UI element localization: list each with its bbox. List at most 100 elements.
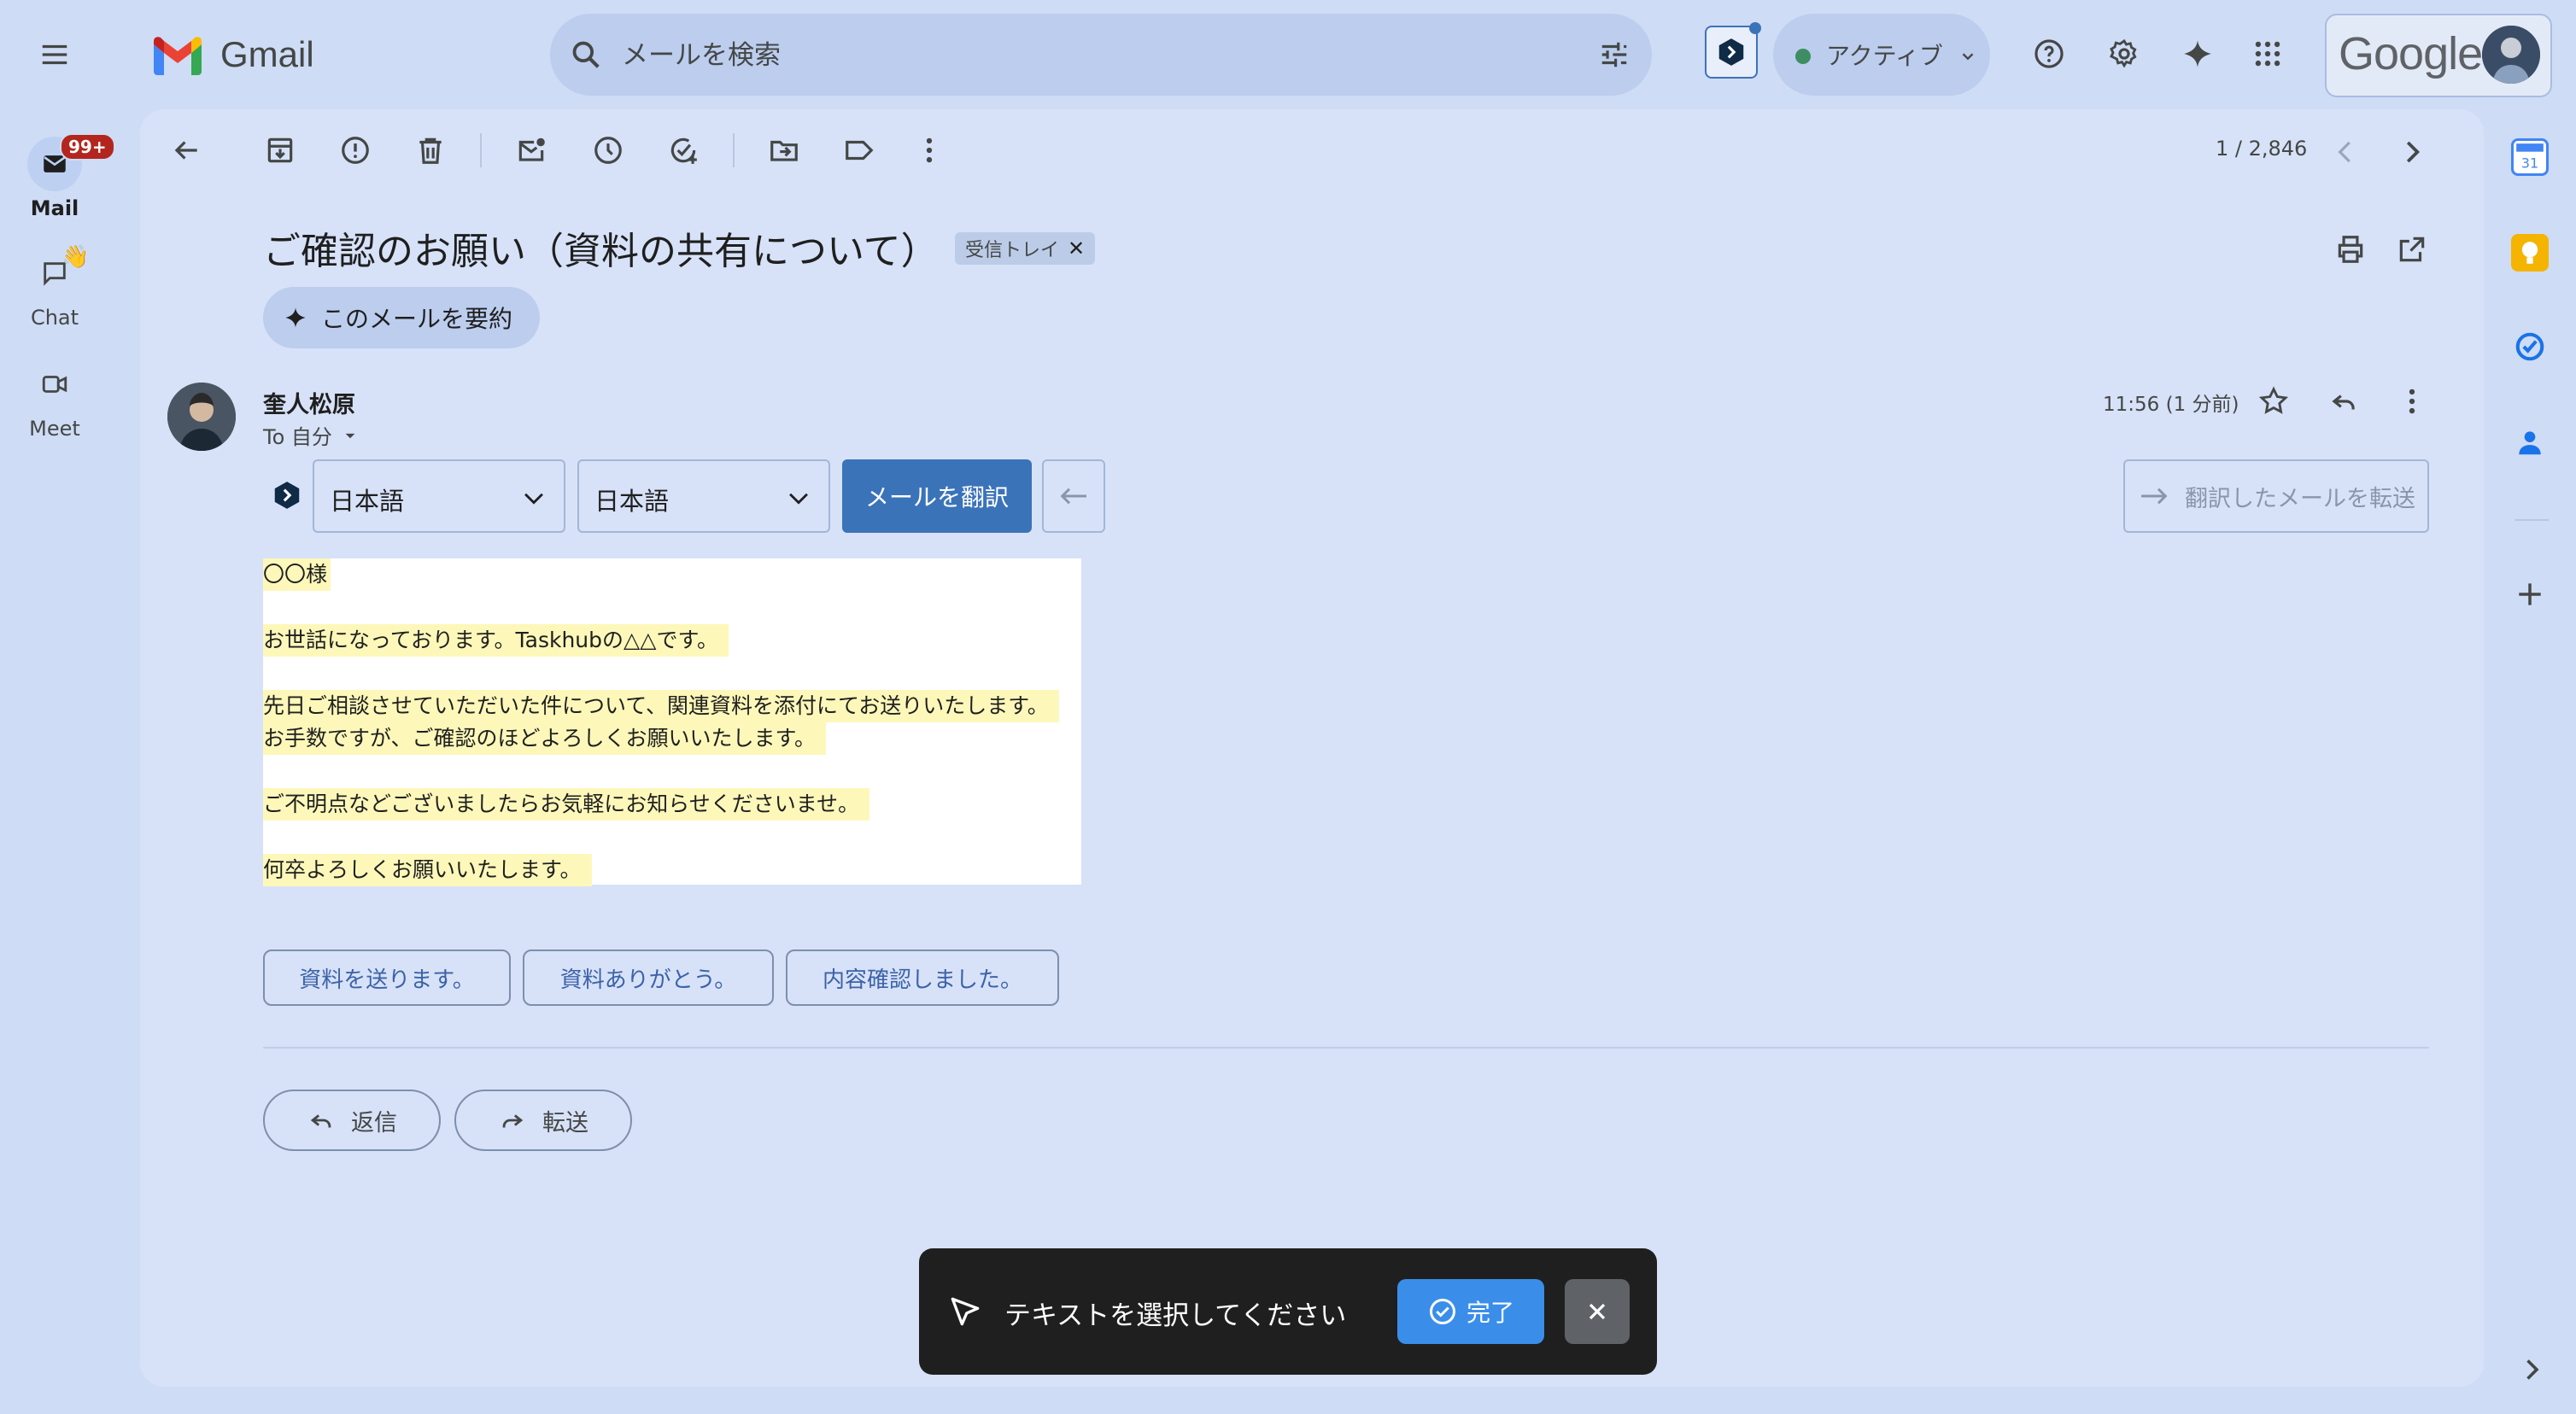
smart-reply-button[interactable]: 内容確認しました。 (786, 949, 1059, 1006)
open-in-new-window-icon[interactable] (2393, 231, 2431, 268)
archive-icon[interactable] (261, 131, 299, 169)
body-line: お手数ですが、ご確認のほどよろしくお願いいたします。 (263, 722, 827, 755)
reply-icon[interactable] (2325, 383, 2362, 420)
gmail-wordmark: Gmail (220, 34, 314, 74)
calendar-app-icon[interactable]: 31 (2511, 138, 2549, 176)
remove-label-icon[interactable]: ✕ (1068, 237, 1085, 260)
nav-mail-label: Mail (30, 196, 79, 220)
gemini-sparkle-icon[interactable] (2176, 32, 2219, 75)
mark-unread-icon[interactable] (512, 131, 550, 169)
older-chevron-right-icon[interactable] (2395, 135, 2429, 169)
label-tag-icon[interactable] (840, 131, 878, 169)
target-language-select[interactable]: 日本語 (577, 459, 830, 533)
sender-name[interactable]: 奎人松原 (263, 386, 355, 419)
done-label: 完了 (1466, 1299, 1514, 1327)
extension-notification-dot (1749, 22, 1761, 34)
smart-reply-button[interactable]: 資料ありがとう。 (523, 949, 774, 1006)
chevron-down-icon (524, 493, 543, 505)
body-line: 何卒よろしくお願いいたします。 (263, 854, 592, 886)
email-body[interactable]: 〇〇様 お世話になっております。Taskhubの△△です。 先日ご相談させていた… (263, 558, 1081, 886)
reply-button[interactable]: 返信 (263, 1090, 441, 1151)
email-subject: ご確認のお願い（資料の共有について） (263, 230, 939, 273)
text-selection-toast: テキストを選択してください 完了 (919, 1248, 1657, 1375)
smart-reply-button[interactable]: 資料を送ります。 (263, 949, 511, 1006)
recipient-details[interactable]: To 自分 (263, 420, 361, 450)
target-language-value: 日本語 (594, 487, 670, 516)
keep-app-icon[interactable] (2511, 234, 2549, 272)
newer-chevron-left-icon[interactable] (2328, 135, 2362, 169)
reply-label: 返信 (351, 1109, 397, 1136)
star-icon[interactable] (2255, 383, 2292, 420)
close-toast-button[interactable] (1565, 1279, 1630, 1344)
search-input[interactable] (620, 14, 1478, 97)
summarize-email-button[interactable]: このメールを要約 (263, 287, 541, 348)
add-task-icon[interactable] (664, 131, 702, 169)
status-label: アクティブ (1826, 42, 1943, 70)
status-dot (1795, 49, 1811, 64)
apps-grid-icon[interactable] (2246, 32, 2289, 75)
sparkle-icon (285, 307, 306, 328)
nav-chat[interactable]: 👋 Chat (0, 244, 109, 330)
chevron-down-icon (1958, 46, 1978, 67)
body-line: 先日ご相談させていただいた件について、関連資料を添付にてお送りいたします。 (263, 690, 1059, 722)
more-vert-icon[interactable] (910, 131, 948, 169)
status-selector[interactable]: アクティブ (1773, 14, 1990, 96)
cursor-pointer-icon (945, 1291, 986, 1332)
google-wordmark: Google (2339, 28, 2483, 79)
nav-chat-pill: 👋 (27, 244, 89, 301)
body-line: お世話になっております。Taskhubの△△です。 (263, 624, 729, 657)
forward-arrow-icon (502, 1114, 524, 1128)
print-icon[interactable] (2332, 231, 2369, 268)
search-bar[interactable] (550, 14, 1652, 97)
chevron-down-icon (789, 493, 808, 505)
forward-translated-button[interactable]: 翻訳したメールを転送 (2123, 459, 2429, 533)
pagination-count: 1 / 2,846 (2216, 137, 2308, 161)
sender-avatar[interactable] (167, 383, 236, 451)
account-switcher[interactable]: Google (2325, 14, 2552, 97)
arrow-right-icon (2141, 488, 2168, 505)
nav-chat-label: Chat (30, 306, 79, 330)
gmail-m-icon (154, 37, 202, 75)
translate-email-button[interactable]: メールを翻訳 (842, 459, 1032, 533)
reply-arrow-icon (310, 1114, 331, 1128)
received-time: 11:56 (1 分前) (2103, 394, 2239, 416)
inbox-label-chip[interactable]: 受信トレイ ✕ (955, 232, 1096, 265)
delete-trash-icon[interactable] (412, 131, 449, 169)
message-more-vert-icon[interactable] (2393, 383, 2431, 420)
done-button[interactable]: 完了 (1397, 1279, 1544, 1344)
nav-meet-label: Meet (29, 417, 80, 441)
nav-meet[interactable]: Meet (0, 357, 109, 441)
summarize-label: このメールを要約 (321, 305, 513, 333)
thread-divider (263, 1047, 2429, 1049)
tasks-app-icon[interactable] (2511, 328, 2549, 365)
translator-logo-icon (268, 476, 306, 514)
video-camera-icon (42, 376, 67, 393)
account-avatar[interactable] (2482, 26, 2540, 84)
back-arrow-icon[interactable] (167, 131, 205, 169)
body-line: ご不明点などございましたらお気軽にお知らせくださいませ。 (263, 788, 870, 821)
settings-gear-icon[interactable] (2103, 32, 2146, 75)
snooze-clock-icon[interactable] (589, 131, 627, 169)
nav-meet-pill (27, 357, 82, 412)
add-app-plus-icon[interactable] (2511, 576, 2549, 613)
nav-mail-pill: 99+ (27, 133, 115, 191)
source-language-select[interactable]: 日本語 (313, 459, 565, 533)
body-line: 〇〇様 (263, 558, 331, 591)
forward-button[interactable]: 転送 (454, 1090, 632, 1151)
nav-mail[interactable]: 99+ Mail (0, 133, 115, 220)
translator-extension-button[interactable] (1705, 22, 1761, 79)
check-circle-icon (1429, 1299, 1455, 1324)
gmail-logo[interactable]: Gmail (150, 31, 338, 82)
toast-message: テキストを選択してください (1004, 1300, 1347, 1331)
search-options-icon[interactable] (1597, 38, 1631, 72)
revert-translation-button[interactable] (1042, 459, 1105, 533)
report-spam-icon[interactable] (337, 131, 374, 169)
move-to-folder-icon[interactable] (765, 131, 803, 169)
arrow-left-icon (1060, 488, 1086, 505)
source-language-value: 日本語 (330, 487, 405, 516)
help-icon[interactable] (2028, 32, 2070, 75)
expand-panel-chevron-icon[interactable] (2516, 1354, 2547, 1385)
main-menu-icon[interactable] (27, 29, 82, 80)
contacts-app-icon[interactable] (2511, 424, 2549, 461)
search-icon[interactable] (569, 38, 603, 72)
